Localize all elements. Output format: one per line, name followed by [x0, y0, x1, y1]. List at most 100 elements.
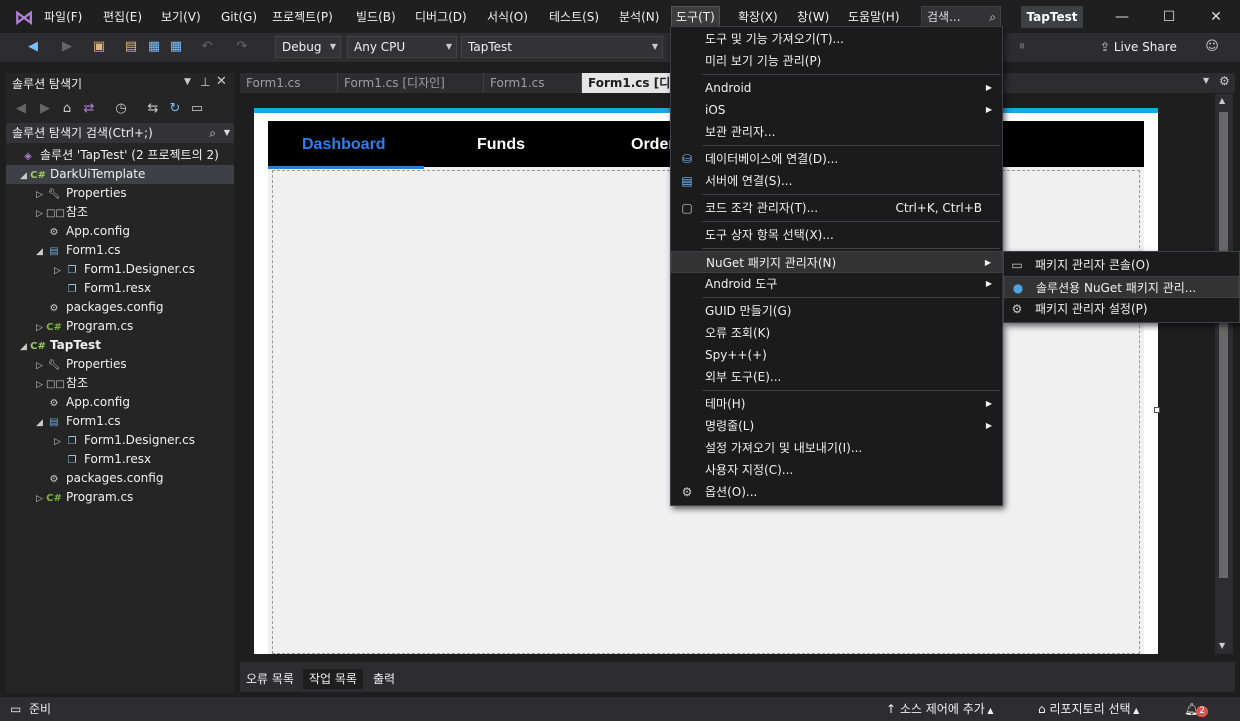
menu-item-archive-manager[interactable]: 보관 관리자...: [671, 121, 1002, 143]
solution-platform-select[interactable]: Any CPU ▼: [347, 36, 457, 58]
sync-icon[interactable]: ⇆: [144, 100, 162, 118]
save-all-icon[interactable]: ▦: [167, 38, 185, 56]
minimize-icon[interactable]: —: [1107, 5, 1137, 29]
expand-icon[interactable]: ▷: [36, 490, 46, 509]
forward-icon[interactable]: ▶: [58, 38, 76, 56]
menu-git[interactable]: Git(G): [217, 7, 261, 27]
search-box[interactable]: 검색... ⌕: [921, 6, 1001, 28]
add-to-source-control-button[interactable]: ↑ 소스 제어에 추가 ▲: [886, 700, 994, 718]
menu-item-preview-features[interactable]: 미리 보기 기능 관리(P): [671, 50, 1002, 72]
solution-configuration-select[interactable]: Debug ▼: [275, 36, 341, 58]
maximize-icon[interactable]: ☐: [1154, 5, 1184, 29]
visual-studio-logo-icon[interactable]: ⋈: [10, 6, 38, 28]
feedback-icon[interactable]: ☺: [1203, 38, 1221, 56]
settings-icon[interactable]: ⚙: [1219, 74, 1230, 88]
back-icon[interactable]: ◀: [24, 38, 42, 56]
tree-item-project-taptest[interactable]: ◢ C# TapTest: [6, 336, 234, 355]
menu-debug[interactable]: 디버그(D): [411, 7, 471, 27]
menu-item-choose-toolbox-items[interactable]: 도구 상자 항목 선택(X)...: [671, 224, 1002, 246]
tree-item-solution[interactable]: ◈ 솔루션 'TapTest' (2 프로젝트의 2): [6, 146, 234, 165]
tree-item-form1-resx[interactable]: ❐ Form1.resx: [6, 279, 234, 298]
live-share-button[interactable]: ⇪ Live Share: [1100, 38, 1177, 56]
tree-item-app-config[interactable]: ⚙ App.config: [6, 222, 234, 241]
tree-item-program[interactable]: ▷ C# Program.cs: [6, 317, 234, 336]
tree-item-properties[interactable]: ▷ 🔧︎ Properties: [6, 355, 234, 374]
notifications-button[interactable]: 🔔︎2: [1184, 700, 1208, 718]
menu-item-options[interactable]: ⚙ 옵션(O)...: [671, 481, 1002, 503]
menu-analyze[interactable]: 분석(N): [615, 7, 663, 27]
close-window-icon[interactable]: ✕: [1201, 5, 1231, 29]
undo-icon[interactable]: ↶: [198, 38, 216, 56]
panel-options-icon[interactable]: ▼: [184, 77, 191, 87]
menu-help[interactable]: 도움말(H): [844, 7, 904, 27]
scroll-down-icon[interactable]: ▼: [1219, 641, 1225, 650]
switch-views-icon[interactable]: ⇄: [80, 100, 98, 118]
tree-item-references[interactable]: ▷ □□참조: [6, 203, 234, 222]
menu-item-customize[interactable]: 사용자 지정(C)...: [671, 459, 1002, 481]
menu-item-create-guid[interactable]: GUID 만들기(G): [671, 300, 1002, 322]
se-search-dropdown-icon[interactable]: ▼: [224, 123, 230, 143]
save-icon[interactable]: ▦: [145, 38, 163, 56]
tree-item-form1[interactable]: ◢ ▤ Form1.cs: [6, 241, 234, 260]
startup-project-select[interactable]: TapTest ▼: [461, 36, 663, 58]
menu-item-error-lookup[interactable]: 오류 조회(K): [671, 322, 1002, 344]
new-project-icon[interactable]: ▣: [90, 38, 108, 56]
menu-item-import-export-settings[interactable]: 설정 가져오기 및 내보내기(I)...: [671, 437, 1002, 459]
tab-form1-design[interactable]: Form1.cs [디자인]: [338, 73, 484, 93]
menu-item-theme[interactable]: 테마(H) ▶: [671, 393, 1002, 415]
menu-item-ios[interactable]: iOS ▶: [671, 99, 1002, 121]
nav-dashboard-button[interactable]: Dashboard: [302, 132, 386, 158]
nav-order-button[interactable]: Order: [631, 132, 675, 158]
tree-item-program[interactable]: ▷ C# Program.cs: [6, 488, 234, 507]
menu-test[interactable]: 테스트(S): [545, 7, 603, 27]
menu-item-connect-database[interactable]: ⛁ 데이터베이스에 연결(D)...: [671, 148, 1002, 170]
submenu-item-package-manager-console[interactable]: ▭ 패키지 관리자 콘솔(O): [1004, 254, 1239, 276]
se-forward-icon[interactable]: ▶: [36, 100, 54, 118]
menu-item-connect-server[interactable]: ▤ 서버에 연결(S)...: [671, 170, 1002, 192]
submenu-item-package-manager-settings[interactable]: ⚙ 패키지 관리자 설정(P): [1004, 298, 1239, 320]
menu-format[interactable]: 서식(O): [483, 7, 532, 27]
select-repository-button[interactable]: ⌂ 리포지토리 선택 ▲: [1038, 700, 1139, 718]
menu-extensions[interactable]: 확장(X): [734, 7, 782, 27]
menu-build[interactable]: 빌드(B): [352, 7, 400, 27]
menu-edit[interactable]: 편집(E): [99, 7, 146, 27]
menu-item-external-tools[interactable]: 외부 도구(E)...: [671, 366, 1002, 388]
close-panel-icon[interactable]: ✕: [216, 74, 227, 89]
refresh-icon[interactable]: ↻: [166, 100, 184, 118]
pin-icon[interactable]: ⊥: [200, 75, 210, 89]
menu-project[interactable]: 프로젝트(P): [268, 7, 337, 27]
tree-item-properties[interactable]: ▷ 🔧︎ Properties: [6, 184, 234, 203]
tree-item-app-config[interactable]: ⚙ App.config: [6, 393, 234, 412]
submenu-item-manage-nuget-for-solution[interactable]: ● 솔루션용 NuGet 패키지 관리...: [1004, 276, 1239, 298]
tree-item-references[interactable]: ▷ □□참조: [6, 374, 234, 393]
scroll-up-icon[interactable]: ▲: [1219, 96, 1225, 105]
menu-window[interactable]: 창(W): [793, 7, 833, 27]
tab-form1-cs-2[interactable]: Form1.cs: [484, 73, 582, 93]
tab-output[interactable]: 출력: [367, 669, 401, 689]
menu-file[interactable]: 파일(F): [40, 7, 86, 27]
menu-item-code-snippets[interactable]: ▢ 코드 조각 관리자(T)... Ctrl+K, Ctrl+B: [671, 197, 1002, 219]
layout-icon[interactable]: ⏸: [1013, 38, 1031, 56]
solution-explorer-search[interactable]: 솔루션 탐색기 검색(Ctrl+;) ⌕ ▼: [6, 123, 234, 143]
tree-item-form1-resx[interactable]: ❐ Form1.resx: [6, 450, 234, 469]
pending-changes-icon[interactable]: ◷: [112, 100, 130, 118]
tab-task-list[interactable]: 작업 목록: [303, 669, 363, 689]
tab-error-list[interactable]: 오류 목록: [240, 669, 300, 689]
tree-item-form1-designer[interactable]: ▷ ❐ Form1.Designer.cs: [6, 431, 234, 450]
tab-form1-cs[interactable]: Form1.cs: [240, 73, 338, 93]
open-folder-icon[interactable]: ▤: [122, 38, 140, 56]
tree-item-form1-designer[interactable]: ▷ ❐ Form1.Designer.cs: [6, 260, 234, 279]
tree-item-packages-config[interactable]: ⚙ packages.config: [6, 469, 234, 488]
menu-tools[interactable]: 도구(T): [671, 6, 720, 27]
scrollbar-thumb[interactable]: [1219, 112, 1228, 578]
nav-funds-button[interactable]: Funds: [477, 132, 525, 158]
menu-item-command-line[interactable]: 명령줄(L) ▶: [671, 415, 1002, 437]
menu-item-get-tools[interactable]: 도구 및 기능 가져오기(T)...: [671, 28, 1002, 50]
tree-item-project-darkuitemplate[interactable]: ◢ C# DarkUiTemplate: [6, 165, 234, 184]
se-back-icon[interactable]: ◀: [12, 100, 30, 118]
form-resize-handle[interactable]: [1154, 407, 1160, 413]
menu-item-nuget-package-manager[interactable]: NuGet 패키지 관리자(N) ▶: [671, 251, 1002, 273]
tree-item-packages-config[interactable]: ⚙ packages.config: [6, 298, 234, 317]
menu-item-android[interactable]: Android ▶: [671, 77, 1002, 99]
tab-list-icon[interactable]: ▼: [1203, 76, 1209, 85]
